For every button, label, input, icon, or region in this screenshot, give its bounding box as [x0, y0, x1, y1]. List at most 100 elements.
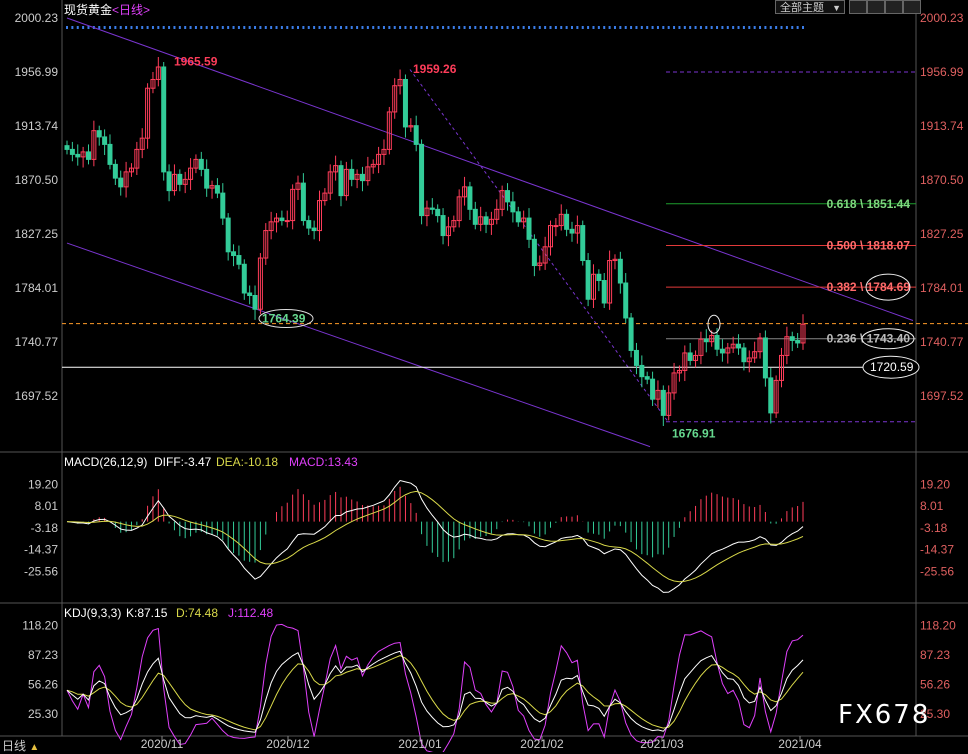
toolbar-button-1[interactable] [849, 0, 867, 14]
top-marker-dot [619, 26, 622, 29]
candle-body [623, 282, 629, 319]
toolbar-button-4[interactable] [903, 0, 921, 14]
candle-body [580, 225, 586, 262]
fib-level-label: 0.382 \ 1784.69 [827, 280, 911, 294]
macd-legend-dea: DEA:-10.18 [216, 455, 278, 469]
top-marker-dot [151, 26, 154, 29]
top-marker-dot [613, 26, 616, 29]
y-tick-label-right: 1740.77 [920, 335, 964, 349]
top-marker-dot [313, 26, 316, 29]
top-marker-dot [544, 26, 547, 29]
top-marker-dot [431, 26, 434, 29]
candle-body [467, 186, 473, 210]
top-marker-dot [345, 26, 348, 29]
top-marker-dot [490, 26, 493, 29]
top-marker-dot [130, 26, 133, 29]
kdj-tick-left: 118.20 [22, 618, 58, 632]
top-marker-dot [66, 26, 68, 29]
x-tick-label: 2021/01 [398, 737, 442, 751]
candle-body [236, 255, 242, 265]
top-marker-dot [742, 26, 745, 29]
candle-body [284, 220, 290, 223]
candle-body [472, 208, 478, 225]
candle-body [359, 173, 365, 182]
y-tick-label-left: 1784.01 [15, 281, 59, 295]
period-label[interactable]: <日线> [112, 3, 150, 17]
annotation-ellipse [707, 314, 721, 334]
top-marker-dot [270, 26, 273, 29]
fib-level-label: 0.236 \ 1743.40 [827, 332, 911, 346]
candle-body [413, 125, 419, 145]
top-marker-dot [538, 26, 541, 29]
top-marker-dot [689, 26, 692, 29]
top-marker-dot [769, 26, 772, 29]
candle-body [241, 263, 247, 294]
candle-body [505, 190, 511, 203]
annotation-low-1: 1764.39 [262, 311, 306, 325]
x-tick-label: 2020/12 [266, 737, 310, 751]
candle-body [703, 338, 709, 343]
y-tick-label-left: 1956.99 [15, 65, 59, 79]
candle-body [515, 211, 521, 223]
period-tag[interactable]: 日线 ▲ [2, 737, 39, 754]
top-marker-dot [646, 26, 649, 29]
top-marker-dot [635, 26, 638, 29]
top-marker-dot [468, 26, 471, 29]
candle-body [569, 228, 575, 234]
top-marker-dot [640, 26, 643, 29]
candle-body [628, 317, 634, 351]
top-marker-dot [533, 26, 536, 29]
macd-tick-left: -25.56 [24, 564, 58, 578]
top-marker-dot [377, 26, 380, 29]
theme-dropdown-label: 全部主题 [780, 2, 824, 14]
top-marker-dot [237, 26, 240, 29]
kdj-k-line [66, 650, 804, 733]
top-marker-dot [721, 26, 724, 29]
candle-body [118, 177, 124, 188]
y-tick-label-left: 1740.77 [15, 335, 59, 349]
top-marker-dot [211, 26, 214, 29]
candle-body [795, 339, 801, 344]
chart-title[interactable]: 现货黄金<日线> [64, 1, 150, 18]
top-marker-dot [254, 26, 257, 29]
top-marker-dot [382, 26, 385, 29]
top-marker-dot [216, 26, 219, 29]
candle-body [687, 352, 693, 361]
top-marker-dot [678, 26, 681, 29]
top-marker-dot [307, 26, 310, 29]
top-marker-dot [630, 26, 633, 29]
kdj-tick-right: 87.23 [920, 648, 950, 662]
chevron-down-icon: ▼ [832, 3, 841, 13]
candle-body [553, 225, 559, 228]
toolbar-button-3[interactable] [885, 0, 903, 14]
top-marker-dot [302, 26, 305, 29]
candle-body [435, 208, 441, 217]
top-marker-dot [485, 26, 488, 29]
top-marker-dot [98, 26, 101, 29]
top-marker-dot [791, 26, 794, 29]
macd-tick-left: -14.37 [24, 543, 58, 557]
toolbar-button-2[interactable] [867, 0, 885, 14]
candle-body [429, 207, 435, 210]
candle-body [762, 337, 768, 379]
candle-body [214, 185, 220, 194]
top-marker-dot [264, 26, 267, 29]
macd-tick-left: 8.01 [35, 499, 59, 513]
top-marker-dot [286, 26, 289, 29]
instrument-name: 现货黄金 [64, 3, 113, 17]
chart-canvas: 2000.23 2000.231956.99 1956.991913.74 1913.… [0, 0, 968, 752]
macd-legend-dif: DIFF:-3.47 [154, 455, 212, 469]
top-marker-dot [259, 26, 262, 29]
top-marker-dot [673, 26, 676, 29]
kdj-d-line [66, 655, 804, 731]
macd-tick-right: -3.18 [920, 521, 948, 535]
top-marker-dot [297, 26, 300, 29]
top-marker-dot [705, 26, 708, 29]
theme-dropdown[interactable]: 全部主题 ▼ [775, 0, 845, 14]
top-marker-dot [409, 26, 412, 29]
top-marker-dot [694, 26, 697, 29]
candle-body [247, 292, 253, 297]
top-marker-dot [318, 26, 321, 29]
candle-body [601, 280, 607, 304]
top-marker-dot [528, 26, 531, 29]
